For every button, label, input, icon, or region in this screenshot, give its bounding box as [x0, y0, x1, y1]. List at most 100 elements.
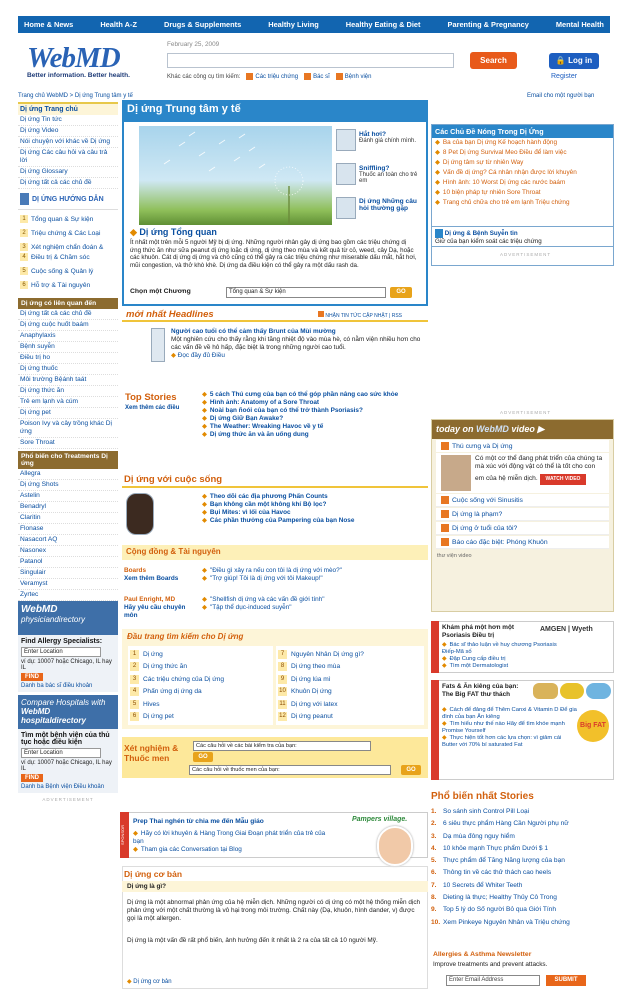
hospital-directory-link[interactable]: Danh ba Bệnh viện Điều khoản — [21, 784, 115, 790]
search-term[interactable]: 8 Dị ứng theo mùa — [278, 661, 422, 674]
location-input[interactable]: Enter Location — [21, 647, 101, 657]
related-link[interactable]: Poison Ivy và cây trồng khác Dị ứng — [18, 419, 118, 438]
asthma-news-box[interactable]: Dị ứng & Bệnh Suyễn tin Giữ của bạn kiểm… — [431, 226, 614, 247]
tool-doctor[interactable]: Bác sĩ — [304, 73, 330, 80]
top-stories-more[interactable]: Xem thêm các điều — [125, 405, 179, 411]
related-link[interactable]: Bệnh suyễn — [18, 342, 118, 353]
left-link[interactable]: Dị ứng tất cả các chủ đề — [18, 178, 118, 189]
drug-link[interactable]: Benadryl — [18, 502, 118, 513]
pampers-link[interactable]: ◆ Tham gia các Conversation tại Blog — [133, 846, 333, 854]
video-link[interactable]: Dị ứng ở tuổi của tôi? — [436, 522, 609, 535]
fats-link[interactable]: ◆ Thực hiện tốt hơn các lựa chọn: vì giảm… — [442, 735, 577, 749]
amgen-title[interactable]: Khám phá một hơn một Psoriasis Điều trị — [442, 624, 537, 639]
search-term[interactable]: 2 Dị ứng thức ăn — [130, 661, 271, 674]
video-library-link[interactable]: thư viện video — [432, 550, 613, 562]
expert-link[interactable]: ◆ "Shellfish dị ứng và các vấn đề giới tí… — [202, 596, 422, 604]
guide-item[interactable]: 4 Điều trị & Chăm sóc — [18, 252, 118, 262]
headline-title[interactable]: Người cao tuổi có thể cảm thấy Brunt của… — [171, 328, 421, 336]
related-link[interactable]: Điều trị ho — [18, 353, 118, 364]
popular-link[interactable]: 2. 6 siêu thực phẩm Hàng Cần Người phụ nữ — [431, 818, 614, 830]
fats-link[interactable]: ◆ Cách để đảng để Thêm Canxi & Vitamin D … — [442, 707, 577, 721]
rss-link[interactable]: NHẬN TIN TỨC CẬP NHẬT | RSS — [318, 311, 402, 319]
board-link[interactable]: ◆ "Điều gì xảy ra nếu con tôi là dị ứng v… — [202, 567, 422, 575]
chapter-go-button[interactable]: GO — [390, 287, 412, 298]
related-link[interactable]: Dị ứng thuốc — [18, 364, 118, 375]
related-link[interactable]: Dị ứng tất cả các chủ đề — [18, 309, 118, 320]
search-term[interactable]: 10 Khuôn Dị ứng — [278, 686, 422, 699]
chapter-select[interactable]: Tổng quan & Sự kiện — [226, 287, 386, 298]
story-link[interactable]: ◆ 5 cách Thú cưng của bạn có thể góp phần… — [202, 391, 422, 399]
drug-link[interactable]: Nasonex — [18, 546, 118, 557]
promo-sniffling[interactable]: Sniffling? Thuốc an toàn cho trẻ em — [359, 165, 421, 184]
hot-topic-link[interactable]: ◆ 8 Pet Dị ứng Survival Meo Điều để làm v… — [432, 148, 613, 158]
search-term[interactable]: 12 Dị ứng peanut — [278, 711, 422, 724]
watch-video-button[interactable]: WATCH VIDEO — [539, 474, 587, 485]
pampers-link[interactable]: ◆ Hãy có lời khuyên & Hàng Trong Giai Đoạ… — [133, 830, 333, 846]
nav-health-az[interactable]: Health A-Z — [100, 20, 137, 29]
search-term[interactable]: 4 Phấn ứng dị ứng da — [130, 686, 271, 699]
search-term[interactable]: 1 Dị ứng — [130, 648, 271, 661]
drug-link[interactable]: Veramyst — [18, 579, 118, 590]
board-link[interactable]: ◆ "Trợ giúp! Tôi là dị ứng với tôi Makeup… — [202, 575, 422, 583]
fats-title[interactable]: Fats & Ăn kiêng của bạn: The Big FAT thư… — [442, 683, 527, 698]
popular-link[interactable]: 9. Top 5 lý do Số người Bỏ qua Giới Tính — [431, 904, 614, 916]
left-link[interactable]: Dị ứng Các câu hỏi và câu trả lời — [18, 148, 118, 167]
expert-link[interactable]: ◆ "Tập thể dục-induced suyễn" — [202, 604, 422, 612]
left-link[interactable]: Dị ứng Glossary — [18, 167, 118, 178]
popular-link[interactable]: 7. 10 Secrets để Whiter Teeth — [431, 880, 614, 892]
search-input[interactable] — [167, 53, 454, 68]
related-link[interactable]: Anaphylaxis — [18, 331, 118, 342]
search-term[interactable]: 6 Dị ứng pet — [130, 711, 271, 724]
register-link[interactable]: Register — [551, 73, 577, 80]
guide-item[interactable]: 5 Cuộc sống & Quản lý — [18, 266, 118, 276]
hot-topic-link[interactable]: ◆ Ba của bạn Dị ứng Kế hoạch hành động — [432, 138, 613, 148]
living-link[interactable]: ◆ Bụi Mites: vì lối của Havoc — [202, 509, 422, 517]
amgen-link[interactable]: ◆ Tìm một Dermatologist — [442, 663, 562, 670]
find-button[interactable]: FIND — [21, 673, 43, 681]
popular-link[interactable]: 10. Xem Pinkeye Nguyên Nhân và Triệu chứn… — [431, 917, 614, 929]
email-friend-link[interactable]: Email cho một người bạn — [527, 93, 594, 99]
nav-healthy-living[interactable]: Healthy Living — [268, 20, 319, 29]
webmd-logo[interactable]: WebMD Better information. Better health. — [27, 42, 152, 84]
search-term[interactable]: 3 Các triệu chứng của Dị ứng — [130, 673, 271, 686]
left-link[interactable]: Dị ứng Video — [18, 126, 118, 137]
amgen-link[interactable]: ◆ Bác sĩ thảo luận về huy chương Psoriasi… — [442, 642, 562, 656]
promo-sneezing[interactable]: Hắt hơi? Đánh giá chính mình. — [359, 131, 421, 144]
video-feature-link[interactable]: Thú cưng và Dị ứng — [436, 440, 609, 452]
expert-ask[interactable]: Hãy yêu cầu chuyên môn — [124, 604, 194, 620]
hospital-find-button[interactable]: FIND — [21, 774, 43, 782]
story-link[interactable]: ◆ Hình ảnh: Anatomy of a Sore Throat — [202, 399, 422, 407]
hot-topic-link[interactable]: ◆ Vấn đề dị ứng? Cá nhân nhận được lời kh… — [432, 168, 613, 178]
nav-parenting[interactable]: Parenting & Pregnancy — [448, 20, 529, 29]
related-link[interactable]: Dị ứng cuộc huốt baám — [18, 320, 118, 331]
story-link[interactable]: ◆ Dị ứng thức ăn và ăn uống dung — [202, 431, 422, 439]
related-link[interactable]: Dị ứng thức ăn — [18, 386, 118, 397]
story-link[interactable]: ◆ The Weather: Wreaking Havoc về y tế — [202, 423, 422, 431]
meds-go-button[interactable]: GO — [401, 765, 421, 775]
nav-drugs[interactable]: Drugs & Supplements — [164, 20, 241, 29]
search-term[interactable]: 5 Hives — [130, 698, 271, 711]
overview-title[interactable]: ◆ Dị ứng Tổng quan — [130, 227, 217, 238]
popular-link[interactable]: 5. Thực phẩm để Tăng Năng lượng của bạn — [431, 855, 614, 867]
related-link[interactable]: Sore Throat — [18, 438, 118, 449]
popular-link[interactable]: 3. Dạ mùa đông nguy hiểm — [431, 831, 614, 843]
meds-select[interactable]: Các câu hỏi về thuốc men của bạn: — [189, 765, 391, 775]
guide-item[interactable]: 2 Triệu chứng & Các Loại — [18, 228, 118, 238]
living-link[interactable]: ◆ Theo dõi các địa phương Phấn Counts — [202, 493, 422, 501]
drug-link[interactable]: Dị ứng Shots — [18, 480, 118, 491]
fats-link[interactable]: ◆ Tìm hiểu như thế nào Hãy để tìm khóe mạ… — [442, 721, 577, 735]
physician-directory-banner[interactable]: WebMD physiciandirectory — [18, 601, 118, 635]
story-link[interactable]: ◆ Noài bạn ñoói của bạn có thể trở thành … — [202, 407, 422, 415]
story-link[interactable]: ◆ Dị ứng Giữ Bạn Awake? — [202, 415, 422, 423]
living-link[interactable]: ◆ Các phần thưởng của Pampering của bạn N… — [202, 517, 422, 525]
drug-link[interactable]: Zyrtec — [18, 590, 118, 601]
drug-link[interactable]: Allegra — [18, 469, 118, 480]
search-term[interactable]: 11 Dị ứng với latex — [278, 698, 422, 711]
related-link[interactable]: Môi trường Bệánh taát — [18, 375, 118, 386]
popular-link[interactable]: 8. Dieting là thực; Healthy Thủy Cô Trong — [431, 892, 614, 904]
drug-link[interactable]: Astelin — [18, 491, 118, 502]
doctor-directory-link[interactable]: Danh ba bác sĩ điều khoản — [21, 683, 115, 689]
search-term[interactable]: 7 Nguyên Nhân Dị ứng gì? — [278, 648, 422, 661]
drug-link[interactable]: Patanol — [18, 557, 118, 568]
tests-select[interactable]: Các câu hỏi về các bài kiểm tra của bạn: — [193, 741, 371, 751]
